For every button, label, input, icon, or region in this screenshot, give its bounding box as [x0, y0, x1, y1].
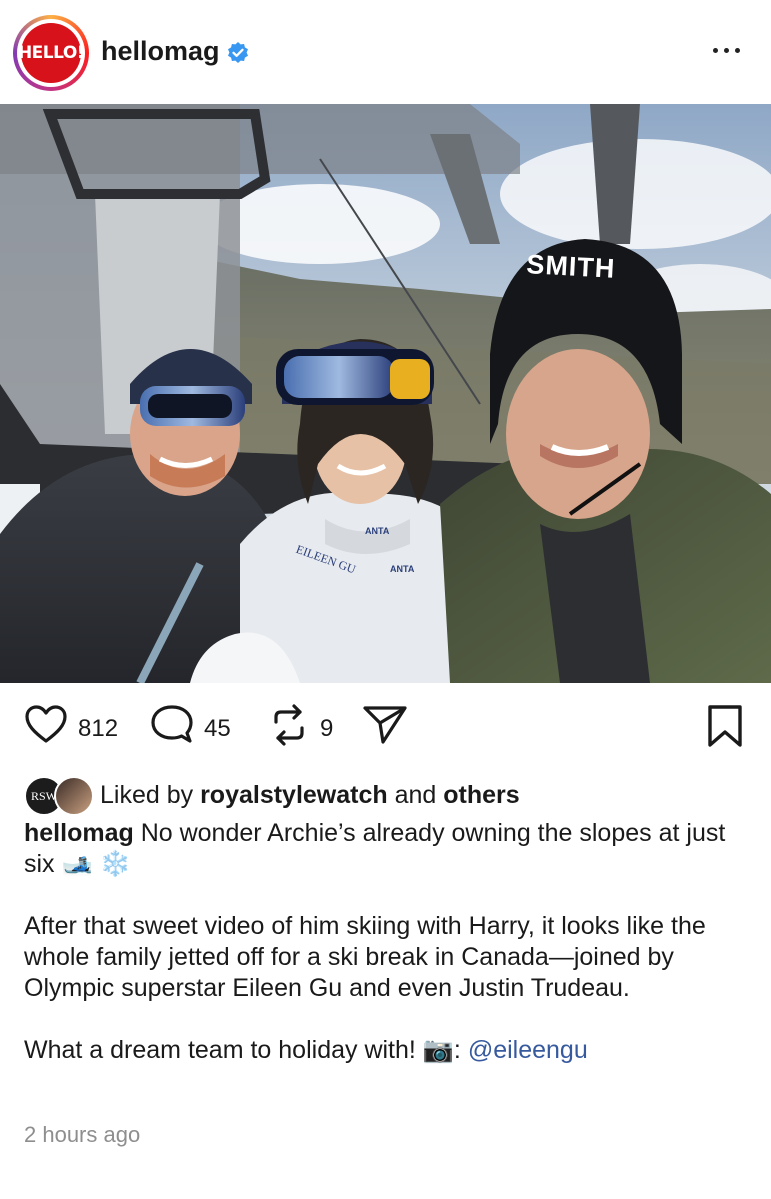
post-timestamp: 2 hours ago — [24, 1122, 141, 1147]
like-count: 812 — [78, 715, 119, 742]
helmet-brand-text: SMITH — [526, 249, 616, 284]
liked-by-text[interactable]: Liked by royalstylewatch and others — [100, 781, 520, 810]
liked-by-row: RSW Liked by royalstylewatch and others — [24, 776, 764, 816]
verified-badge-icon — [228, 42, 248, 63]
repost-icon[interactable] — [268, 704, 310, 746]
heart-icon[interactable] — [24, 704, 68, 744]
caption-third-paragraph: What a dream team to holiday with! 📷: @e… — [24, 1036, 588, 1064]
comment-count: 45 — [204, 715, 231, 742]
caption-second-paragraph: After that sweet video of him skiing wit… — [24, 912, 706, 1002]
jacket-brand-text-2: ANTA — [390, 564, 415, 574]
liker-others[interactable]: others — [443, 781, 519, 809]
repost-count: 9 — [320, 715, 334, 742]
comment-icon[interactable] — [150, 704, 194, 746]
post-caption: hellomag No wonder Archie’s already owni… — [24, 818, 754, 1066]
action-bar: 812 45 9 — [0, 683, 771, 773]
hello-logo: HELLO! — [18, 23, 85, 83]
more-options-icon[interactable] — [710, 40, 750, 64]
caption-first-paragraph: hellomag No wonder Archie’s already owni… — [24, 819, 726, 878]
post-header: HELLO! hellomag — [0, 0, 771, 104]
jacket-brand-text: ANTA — [365, 526, 390, 536]
bookmark-icon[interactable] — [706, 704, 744, 748]
mention-link[interactable]: @eileengu — [468, 1036, 588, 1064]
caption-author[interactable]: hellomag — [24, 819, 134, 847]
profile-avatar[interactable]: HELLO! — [13, 15, 89, 91]
username[interactable]: hellomag — [101, 36, 220, 67]
liker-avatar[interactable] — [54, 776, 94, 816]
liker-username[interactable]: royalstylewatch — [200, 781, 388, 809]
share-icon[interactable] — [362, 704, 408, 746]
post-photo[interactable]: ANTA ANTA EILEEN GU SMITH — [0, 104, 771, 683]
